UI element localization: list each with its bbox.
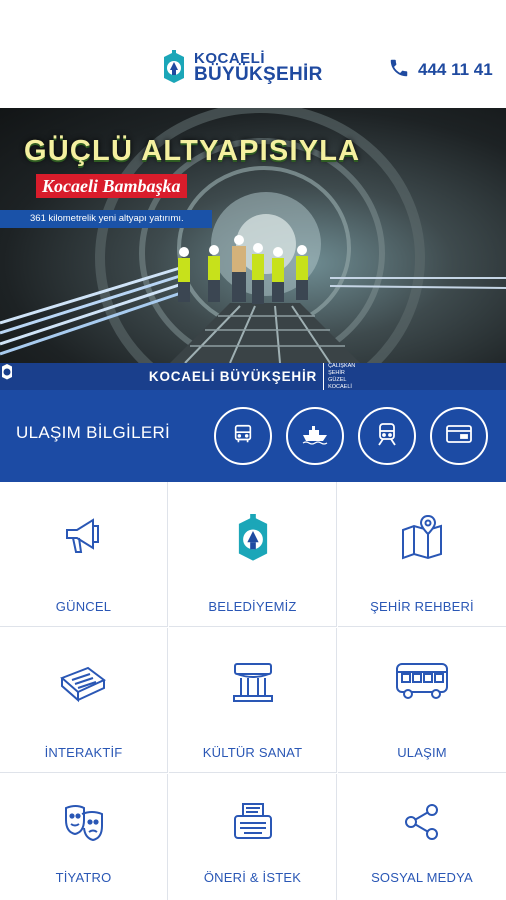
- menu-item-belediyemiz[interactable]: BELEDİYEMİZ: [169, 482, 337, 627]
- bus-button[interactable]: [214, 407, 272, 465]
- menu-item-guncel[interactable]: GÜNCEL: [0, 482, 168, 627]
- menu-item-interaktif[interactable]: İNTERAKTİF: [0, 628, 168, 773]
- phone-icon: [388, 57, 410, 83]
- main-menu-grid: GÜNCEL BELEDİYEMİZ ŞEHİR REHBERİ İNTERAK…: [0, 482, 506, 900]
- menu-item-kultur-sanat[interactable]: KÜLTÜR SANAT: [169, 628, 337, 773]
- tram-button[interactable]: [358, 407, 416, 465]
- ferry-button[interactable]: [286, 407, 344, 465]
- menu-item-label: İNTERAKTİF: [44, 745, 123, 760]
- menu-item-label: GÜNCEL: [55, 599, 112, 614]
- transport-title: ULAŞIM BİLGİLERİ: [16, 423, 171, 442]
- bus-icon: [394, 660, 450, 710]
- banner-info: 361 kilometrelik yeni altyapı yatırımı.: [0, 210, 212, 228]
- typewriter-icon: [232, 802, 274, 852]
- bus-icon: [232, 423, 254, 449]
- tram-icon: [376, 422, 398, 450]
- banner-footer: KOCAELİ BÜYÜKŞEHİR ÇALIŞKAN ŞEHİR GÜZEL …: [0, 362, 506, 390]
- call-center-link[interactable]: 444 11 41: [388, 57, 493, 83]
- transport-info-bar: ULAŞIM BİLGİLERİ: [0, 390, 506, 482]
- municipality-logo-icon: [160, 50, 188, 84]
- menu-item-label: ÖNERİ & İSTEK: [203, 870, 302, 885]
- menu-item-tiyatro[interactable]: TİYATRO: [0, 774, 168, 900]
- menu-item-label: KÜLTÜR SANAT: [202, 745, 303, 760]
- theater-masks-icon: [62, 802, 106, 852]
- banner-headline: GÜÇLÜ ALTYAPISIYLA: [24, 135, 361, 167]
- menu-item-label: SOSYAL MEDYA: [371, 870, 473, 885]
- share-icon: [402, 802, 442, 852]
- building-columns-icon: [231, 660, 275, 710]
- banner-footer-slogan: ÇALIŞKAN ŞEHİR GÜZEL KOCAELİ: [323, 362, 363, 390]
- map-icon: [400, 514, 444, 564]
- menu-item-label: TİYATRO: [55, 870, 112, 885]
- ferry-icon: [302, 423, 328, 449]
- menu-item-label: BELEDİYEMİZ: [208, 599, 297, 614]
- interactive-cards-icon: [58, 660, 110, 710]
- menu-item-sehir-rehberi[interactable]: ŞEHİR REHBERİ: [338, 482, 506, 627]
- banner-footer-brand: KOCAELİ BÜYÜKŞEHİR: [148, 369, 318, 384]
- banner-subline: Kocaeli Bambaşka: [36, 174, 187, 198]
- brand-logo[interactable]: KOCAELİ BÜYÜKŞEHİR: [160, 50, 323, 84]
- card-icon: [446, 425, 472, 447]
- menu-item-oneri-istek[interactable]: ÖNERİ & İSTEK: [169, 774, 337, 900]
- menu-item-sosyal-medya[interactable]: SOSYAL MEDYA: [338, 774, 506, 900]
- menu-item-label: ULAŞIM: [397, 745, 447, 760]
- megaphone-icon: [61, 514, 107, 564]
- app-header: KOCAELİ BÜYÜKŞEHİR 444 11 41: [0, 0, 506, 108]
- menu-item-ulasim[interactable]: ULAŞIM: [338, 628, 506, 773]
- logo-line-2: BÜYÜKŞEHİR: [194, 63, 323, 85]
- municipality-logo-icon: [233, 514, 273, 564]
- phone-number: 444 11 41: [418, 60, 493, 79]
- menu-item-label: ŞEHİR REHBERİ: [370, 599, 474, 614]
- transport-card-button[interactable]: [430, 407, 488, 465]
- promo-banner[interactable]: GÜÇLÜ ALTYAPISIYLA Kocaeli Bambaşka 361 …: [0, 108, 506, 390]
